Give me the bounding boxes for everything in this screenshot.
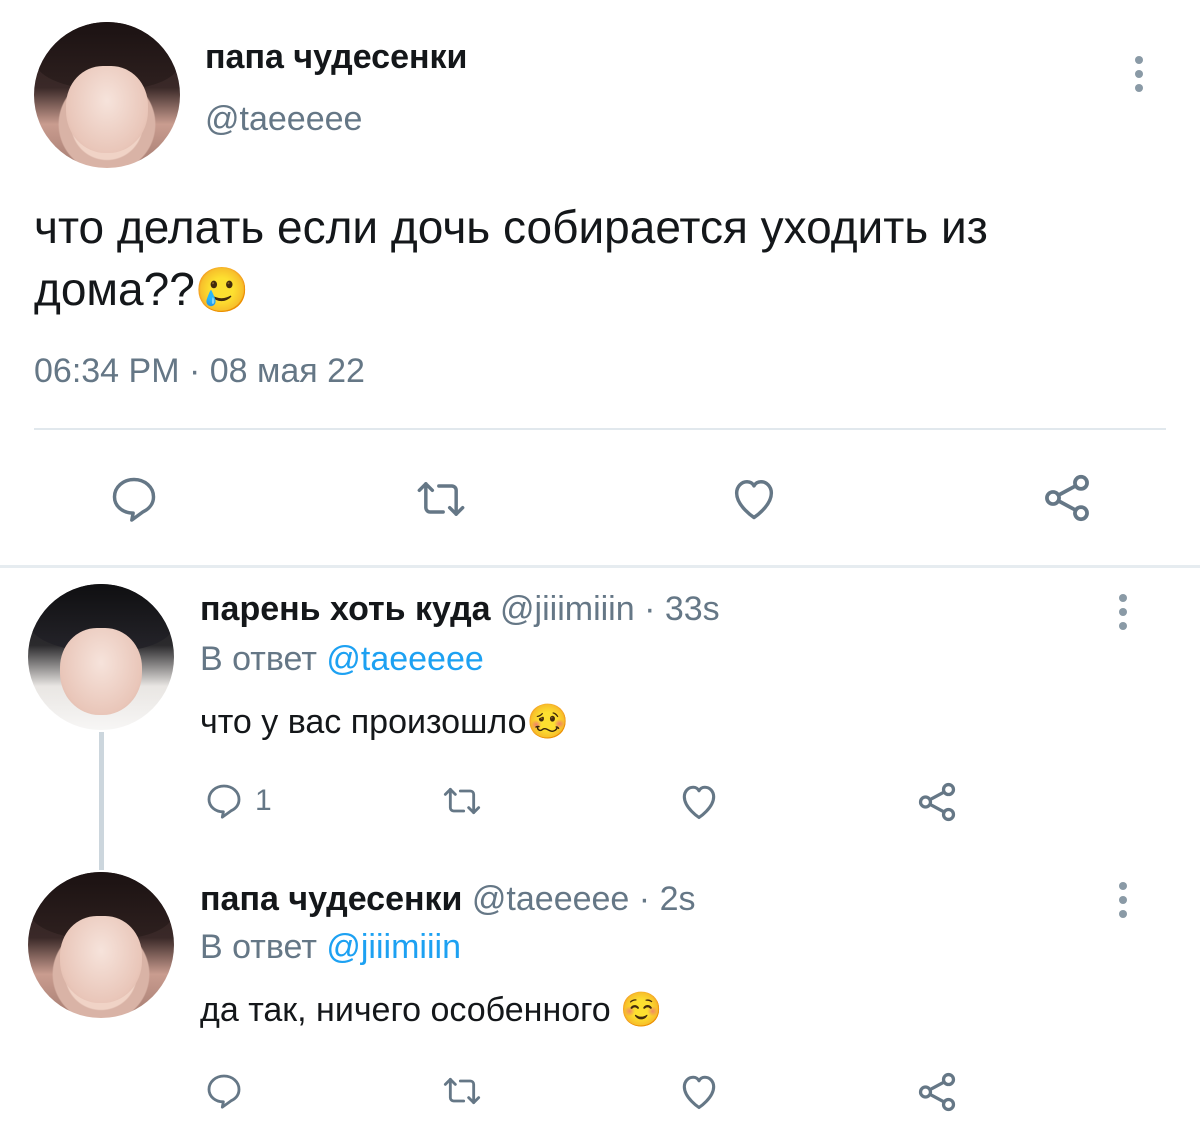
like-icon[interactable] <box>726 472 782 524</box>
crying-smile-emoji: 🥲 <box>194 266 250 315</box>
reply-prefix: В ответ <box>200 928 317 966</box>
reply-handle[interactable]: @taeeeee <box>472 880 629 918</box>
reply-avatar-jiiimiiin[interactable] <box>28 584 174 730</box>
more-options-icon[interactable] <box>1119 882 1127 918</box>
reply-header: папа чудесенки @taeeeee · 2s <box>200 880 695 919</box>
reply-text-label: что у вас произошло <box>200 703 527 741</box>
reply-icon[interactable] <box>202 1071 246 1111</box>
main-tweet-display-name[interactable]: папа чудесенки <box>205 38 467 77</box>
reply-text: да так, ничего особенного ☺️ <box>200 990 663 1030</box>
reply-text: что у вас произошло🥴 <box>200 702 569 742</box>
reply-header: парень хоть куда @jiiimiiin · 33s <box>200 590 720 629</box>
reply-handle[interactable]: @jiiimiiin <box>500 590 635 628</box>
avatar-face <box>60 915 142 1004</box>
reply-to-mention[interactable]: @taeeeee <box>326 640 483 678</box>
avatar-face <box>66 65 148 154</box>
reply-avatar-taeeeee[interactable] <box>28 872 174 1018</box>
reply-icon[interactable] <box>107 473 161 525</box>
main-tweet-text: что делать если дочь собирается уходить … <box>34 196 988 322</box>
more-options-icon[interactable] <box>1119 594 1127 630</box>
retweet-icon[interactable] <box>438 1071 486 1111</box>
woozy-face-emoji: 🥴 <box>526 703 569 741</box>
thread-connector-line <box>99 732 104 870</box>
share-icon[interactable] <box>1038 470 1096 526</box>
reply-display-name[interactable]: парень хоть куда <box>200 590 491 628</box>
more-options-icon[interactable] <box>1135 56 1143 92</box>
main-tweet-timestamp[interactable]: 06:34 PM · 08 мая 22 <box>34 352 365 391</box>
like-icon[interactable] <box>676 1069 722 1113</box>
reply-to-line: В ответ @jiiimiiin <box>200 928 461 967</box>
main-tweet-text-line1: что делать если дочь собирается уходить … <box>34 201 988 253</box>
smiling-face-emoji: ☺️ <box>620 991 663 1029</box>
section-divider <box>0 565 1200 568</box>
main-tweet-text-line2-label: дома?? <box>34 263 195 315</box>
like-icon[interactable] <box>676 779 722 823</box>
reply-display-name[interactable]: папа чудесенки <box>200 880 462 918</box>
reply-to-mention[interactable]: @jiiimiiin <box>326 928 461 966</box>
share-icon[interactable] <box>914 1069 960 1115</box>
reply-count: 1 <box>255 784 272 817</box>
main-tweet-text-line2: дома??🥲 <box>34 258 988 322</box>
divider <box>34 428 1166 430</box>
main-tweet-handle[interactable]: @taeeeee <box>205 100 362 139</box>
reply-age[interactable]: · 33s <box>644 590 720 628</box>
reply-text-label: да так, ничего особенного <box>200 991 611 1029</box>
reply-to-line: В ответ @taeeeee <box>200 640 484 679</box>
retweet-icon[interactable] <box>411 473 471 525</box>
main-tweet-avatar[interactable] <box>34 22 180 168</box>
share-icon[interactable] <box>914 779 960 825</box>
reply-icon[interactable] <box>202 781 246 821</box>
avatar-face <box>60 627 142 716</box>
reply-prefix: В ответ <box>200 640 317 678</box>
reply-age[interactable]: · 2s <box>639 880 696 918</box>
retweet-icon[interactable] <box>438 781 486 821</box>
